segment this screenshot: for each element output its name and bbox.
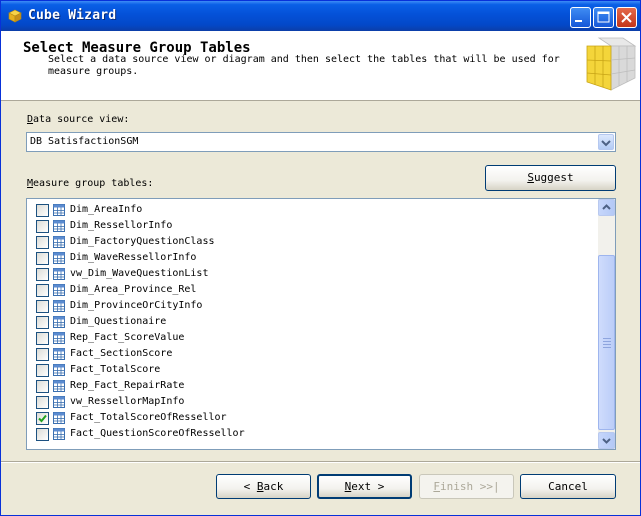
table-checkbox[interactable] <box>36 316 49 329</box>
app-cube-icon <box>8 9 22 23</box>
table-checkbox[interactable] <box>36 348 49 361</box>
table-row[interactable]: Dim_WaveRessellorInfo <box>27 250 597 266</box>
table-row[interactable]: Rep_Fact_RepairRate <box>27 378 597 394</box>
table-checkbox[interactable] <box>36 236 49 249</box>
table-row[interactable]: Dim_ProvinceOrCityInfo <box>27 298 597 314</box>
table-icon <box>53 252 65 264</box>
finish-button[interactable]: Finish >>| <box>419 474 514 499</box>
cube-graphic-icon <box>586 37 637 91</box>
maximize-button[interactable] <box>593 7 614 28</box>
table-checkbox[interactable] <box>36 364 49 377</box>
scroll-down-button[interactable] <box>598 432 615 449</box>
table-checkbox[interactable] <box>36 268 49 281</box>
table-icon <box>53 412 65 424</box>
table-name: Dim_Questionaire <box>70 316 167 327</box>
table-checkbox[interactable] <box>36 300 49 313</box>
table-checkbox[interactable] <box>36 252 49 265</box>
table-name: vw_RessellorMapInfo <box>70 396 185 407</box>
checkmark-icon <box>38 414 47 423</box>
table-row[interactable]: vw_RessellorMapInfo <box>27 394 597 410</box>
next-button[interactable]: Next > <box>317 474 412 499</box>
table-icon <box>53 300 65 312</box>
back-button[interactable]: < Back <box>216 474 311 499</box>
table-checkbox[interactable] <box>36 380 49 393</box>
table-row[interactable]: Rep_Fact_ScoreValue <box>27 330 597 346</box>
table-icon <box>53 236 65 248</box>
table-name: Dim_AreaInfo <box>70 204 143 215</box>
table-icon <box>53 284 65 296</box>
table-name: Fact_TotalScoreOfRessellor <box>70 412 227 423</box>
table-row[interactable]: vw_Dim_WaveQuestionList <box>27 266 597 282</box>
table-row[interactable]: Dim_Area_Province_Rel <box>27 282 597 298</box>
table-checkbox[interactable] <box>36 204 49 217</box>
table-row[interactable]: Dim_Questionaire <box>27 314 597 330</box>
data-source-view-label: Data source view: <box>27 114 130 125</box>
table-row[interactable]: Fact_TotalScoreOfRessellor <box>27 410 597 426</box>
table-row[interactable]: Fact_SectionScore <box>27 346 597 362</box>
data-source-view-value: DB SatisfactionSGM <box>30 136 139 147</box>
table-name: Dim_WaveRessellorInfo <box>70 252 197 263</box>
table-name: Dim_Area_Province_Rel <box>70 284 197 295</box>
measure-group-tables-list[interactable]: Dim_AreaInfo Dim_RessellorInfo Dim_Factory… <box>26 198 616 450</box>
table-icon <box>53 396 65 408</box>
table-icon <box>53 220 65 232</box>
table-icon <box>53 348 65 360</box>
table-icon <box>53 204 65 216</box>
table-row[interactable]: Fact_QuestionScoreOfRessellor <box>27 426 597 442</box>
table-name: Dim_ProvinceOrCityInfo <box>70 300 203 311</box>
scroll-down-icon <box>602 438 611 444</box>
cancel-button[interactable]: Cancel <box>520 474 616 499</box>
table-name: Fact_TotalScore <box>70 364 161 375</box>
table-row[interactable]: Dim_FactoryQuestionClass <box>27 234 597 250</box>
table-icon <box>53 332 65 344</box>
maximize-icon <box>597 11 610 23</box>
table-name: Fact_SectionScore <box>70 348 173 359</box>
data-source-view-select[interactable]: DB SatisfactionSGM <box>26 132 616 152</box>
minimize-button[interactable] <box>570 7 591 28</box>
table-icon <box>53 380 65 392</box>
table-row[interactable]: Fact_TotalScore <box>27 362 597 378</box>
table-name: Dim_FactoryQuestionClass <box>70 236 215 247</box>
close-button[interactable] <box>616 7 637 28</box>
title-bar[interactable]: Cube Wizard <box>1 1 640 31</box>
scroll-up-button[interactable] <box>598 199 615 216</box>
vertical-scrollbar[interactable] <box>598 199 615 449</box>
table-name: Dim_RessellorInfo <box>70 220 173 231</box>
table-icon <box>53 268 65 280</box>
table-name: Fact_QuestionScoreOfRessellor <box>70 428 245 439</box>
table-checkbox[interactable] <box>36 220 49 233</box>
scroll-thumb[interactable] <box>598 255 615 430</box>
table-checkbox[interactable] <box>36 332 49 345</box>
table-name: Rep_Fact_RepairRate <box>70 380 185 391</box>
table-row[interactable]: Dim_AreaInfo <box>27 202 597 218</box>
table-row[interactable]: Dim_RessellorInfo <box>27 218 597 234</box>
table-checkbox[interactable] <box>36 428 49 441</box>
table-name: Rep_Fact_ScoreValue <box>70 332 185 343</box>
measure-group-tables-label: Measure group tables: <box>27 178 154 189</box>
table-icon <box>53 428 65 440</box>
page-description: Select a data source view or diagram and… <box>48 54 560 77</box>
suggest-button[interactable]: Suggest <box>485 165 616 191</box>
wizard-header: Select Measure Group Tables Select a dat… <box>1 31 640 101</box>
table-name: vw_Dim_WaveQuestionList <box>70 268 209 279</box>
minimize-icon <box>575 20 582 22</box>
window-title: Cube Wizard <box>28 8 117 23</box>
scroll-up-icon <box>602 204 611 210</box>
table-checkbox[interactable] <box>36 396 49 409</box>
table-icon <box>53 364 65 376</box>
chevron-down-icon <box>601 140 611 147</box>
close-icon <box>621 12 632 23</box>
table-checkbox[interactable] <box>36 412 49 425</box>
table-icon <box>53 316 65 328</box>
table-checkbox[interactable] <box>36 284 49 297</box>
cube-wizard-window: Cube Wizard Select Measure Group Tables … <box>0 0 641 516</box>
dropdown-button[interactable] <box>598 134 614 150</box>
